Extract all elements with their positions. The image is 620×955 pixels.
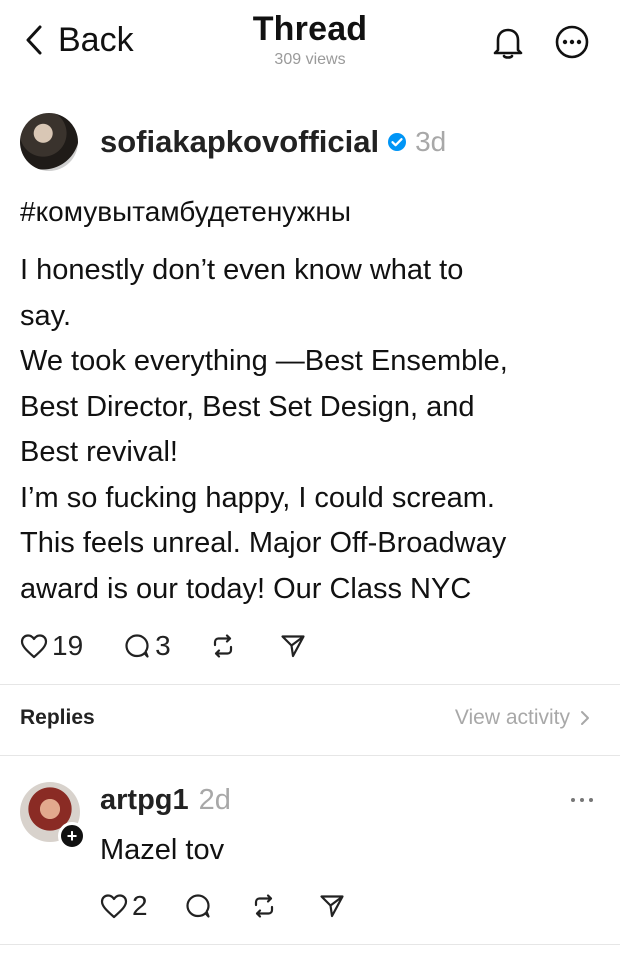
post-body-line: I honestly don’t even know what to [20,254,464,286]
more-horizontal-icon [571,798,593,802]
comment-icon [185,894,210,918]
reply-author: artpg1 2d [100,784,231,817]
like-button[interactable]: 19 [20,630,83,662]
reply-more-button[interactable] [566,788,598,812]
divider [0,944,620,945]
comment-icon [125,634,149,658]
post-body-line: We took everything —Best Ensemble, [20,345,508,377]
post-actions: 19 3 [20,626,307,666]
reply-like-count: 2 [132,890,148,921]
reply-count: 3 [155,630,171,661]
reply-actions: 2 [100,886,346,926]
back-label: Back [58,20,134,59]
reply-comment-button[interactable] [184,892,212,920]
reply-time: 2d [198,784,231,816]
replies-header: Replies View activity [0,696,620,742]
post-time: 3d [415,126,447,157]
divider [0,755,620,756]
avatar[interactable] [20,113,78,171]
plus-icon: + [66,825,78,846]
reply-share-button[interactable] [318,892,346,920]
reply-username[interactable]: artpg1 [100,784,189,816]
follow-plus-button[interactable]: + [58,822,86,850]
chevron-right-icon [581,711,589,725]
divider [0,684,620,685]
heart-icon [100,894,128,919]
post-author-row: sofiakapkovofficial 3d [20,112,446,172]
more-options-button[interactable] [552,22,592,62]
post-body: I honestly don’t even know what to say. … [20,248,600,612]
replies-label: Replies [20,706,95,729]
repost-icon [213,634,232,658]
repost-icon [254,894,273,918]
view-activity-link[interactable]: View activity [455,706,590,730]
heart-icon [20,634,48,659]
repost-button[interactable] [209,632,237,660]
bell-icon [493,28,523,59]
share-button[interactable] [279,632,307,660]
reply-repost-button[interactable] [250,892,278,920]
post-body-line: Best Director, Best Set Design, and [20,390,475,423]
chevron-left-icon [26,25,42,55]
post-username[interactable]: sofiakapkovofficial [100,124,379,160]
like-count: 19 [52,630,84,661]
view-activity-label: View activity [454,706,570,729]
post-hashtag[interactable]: #комувытамбудетенужны [20,196,351,228]
reply-like-button[interactable]: 2 [100,890,148,922]
post-body-line: This feels unreal. Major Off-Broadway [20,527,507,559]
notifications-button[interactable] [488,22,528,62]
comment-button[interactable]: 3 [123,630,171,662]
send-icon [281,635,305,658]
post-body-line: award is our today! Our Class NYC [20,572,472,605]
reply-item: + artpg1 2d Mazel tov 2 [0,770,620,950]
reply-text: Mazel tov [100,834,225,866]
send-icon [319,895,344,918]
back-button[interactable]: Back [24,20,134,60]
post-body-line: say. [20,299,72,332]
post-body-line: I’m so fucking happy, I could scream. [20,481,495,514]
top-bar: Back Thread 309 views [0,0,620,90]
post-body-line: Best revival! [20,436,178,468]
verified-badge-icon [388,133,407,151]
more-circle-icon [555,25,589,59]
